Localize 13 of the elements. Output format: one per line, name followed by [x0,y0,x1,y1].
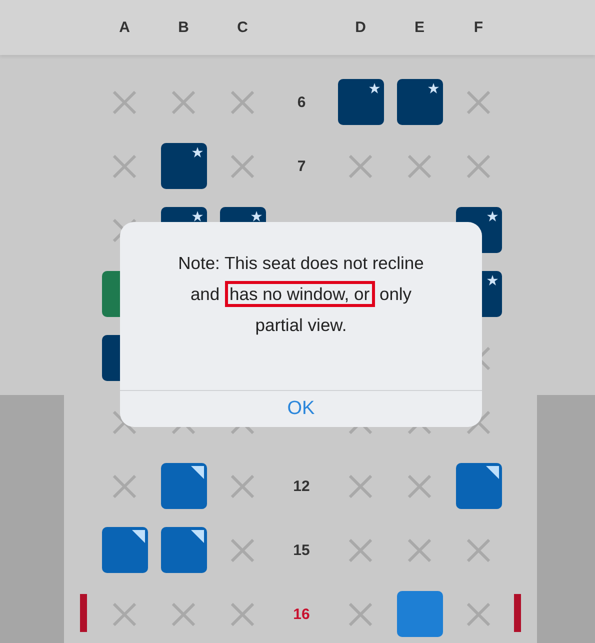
row-number: 12 [293,478,310,494]
column-letter: E [413,19,426,36]
column-letter: D [354,19,367,36]
row-number: 7 [297,158,306,174]
dialog-message: Note: This seat does not recline and has no window, or only partial view. [177,252,425,337]
column-letter: C [236,19,249,36]
row-number: 6 [297,94,306,110]
row-number: 15 [293,542,310,558]
ok-button[interactable]: OK [120,391,482,427]
column-letter: B [177,19,190,36]
column-letter: A [118,19,131,36]
row-number: 16 [293,606,310,622]
column-letter: F [472,19,484,36]
